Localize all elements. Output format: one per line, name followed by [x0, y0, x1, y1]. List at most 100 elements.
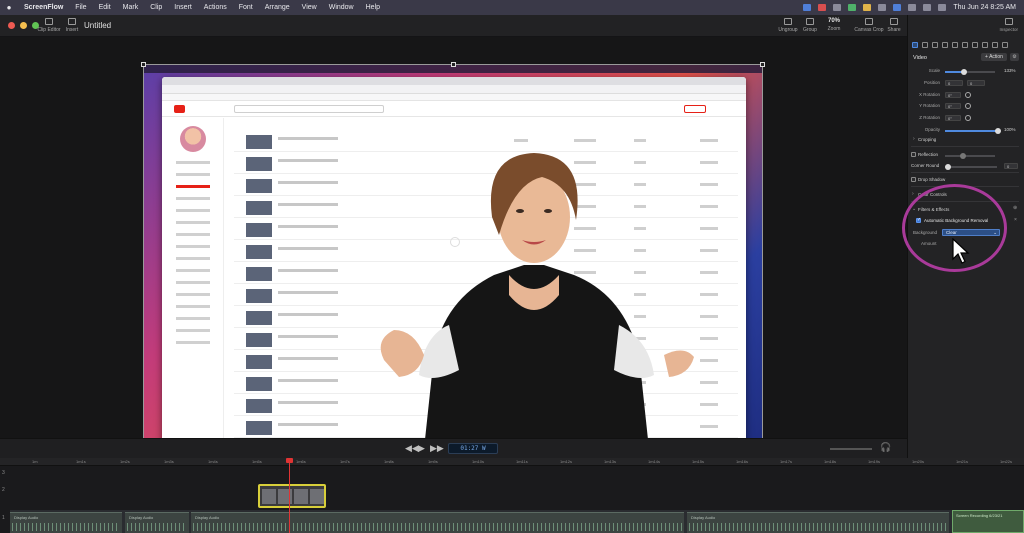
- canvas-area[interactable]: [0, 37, 907, 450]
- share-button[interactable]: Share: [879, 18, 909, 33]
- menu-edit[interactable]: Edit: [93, 4, 117, 11]
- audio-clip[interactable]: Display Audio: [191, 512, 684, 533]
- play-icon[interactable]: ▶: [418, 443, 425, 454]
- share-label: Share: [887, 27, 901, 33]
- screen-recording-tab-icon[interactable]: [932, 42, 938, 48]
- opacity-slider[interactable]: [945, 128, 1001, 134]
- menu-clock[interactable]: Thu Jun 24 8:25 AM: [953, 4, 1016, 11]
- position-y-field[interactable]: 0: [967, 80, 985, 86]
- reflection-label: Reflection: [918, 152, 939, 157]
- menu-actions[interactable]: Actions: [198, 4, 233, 11]
- zoom-control[interactable]: 70% Zoom: [819, 18, 849, 32]
- drop-shadow-checkbox[interactable]: [911, 177, 916, 182]
- z-rotation-field[interactable]: 0°: [945, 115, 961, 121]
- gear-icon[interactable]: ⚙: [1010, 53, 1019, 61]
- menu-font[interactable]: Font: [233, 4, 259, 11]
- menu-window[interactable]: Window: [323, 4, 360, 11]
- reflection-checkbox[interactable]: [911, 152, 916, 157]
- position-x-field[interactable]: 0: [945, 80, 963, 86]
- audio-properties-tab-icon[interactable]: [922, 42, 928, 48]
- x-rotation-dial[interactable]: [965, 92, 971, 98]
- video-track[interactable]: [10, 480, 1024, 506]
- opacity-slider-knob[interactable]: [995, 128, 1001, 134]
- track-number: 1: [2, 515, 5, 521]
- color-controls-disclosure[interactable]: ›: [912, 191, 914, 197]
- audio-clip[interactable]: Display Audio: [687, 512, 949, 533]
- search-icon[interactable]: [923, 4, 932, 11]
- control-center-icon[interactable]: [938, 4, 947, 11]
- text-tab-icon[interactable]: [972, 42, 978, 48]
- playhead-handle[interactable]: [286, 458, 293, 463]
- scale-slider-knob[interactable]: [961, 69, 967, 75]
- timeline-ruler[interactable]: 1m 1m1s 1m2s 1m3s 1m4s 1m5s 1m6s 1m7s 1m…: [0, 458, 1024, 466]
- menu-help[interactable]: Help: [360, 4, 386, 11]
- playhead[interactable]: [289, 458, 290, 533]
- resize-handle-top-left[interactable]: [141, 62, 146, 67]
- menu-arrange[interactable]: Arrange: [259, 4, 296, 11]
- reflection-slider[interactable]: [945, 153, 995, 159]
- scale-slider[interactable]: [945, 69, 995, 75]
- track-number: 3: [2, 470, 5, 476]
- corner-round-slider[interactable]: [945, 164, 997, 170]
- touch-callout-tab-icon[interactable]: [952, 42, 958, 48]
- close-window-button[interactable]: [8, 22, 15, 29]
- apple-menu-icon[interactable]: ●: [0, 3, 18, 12]
- anchor-handle[interactable]: [450, 237, 460, 247]
- minimize-window-button[interactable]: [20, 22, 27, 29]
- video-clip-selected[interactable]: [258, 484, 326, 508]
- menu-clip[interactable]: Clip: [144, 4, 168, 11]
- resize-handle-top-right[interactable]: [760, 62, 765, 67]
- media-library-tab-icon[interactable]: [982, 42, 988, 48]
- ruler-tick-label: 1m20s: [912, 459, 925, 464]
- annotations-tab-icon[interactable]: [962, 42, 968, 48]
- y-rotation-field[interactable]: 0°: [945, 103, 961, 109]
- volume-slider[interactable]: [830, 448, 872, 450]
- insert-button[interactable]: Insert: [57, 18, 87, 33]
- ruler-tick-label: 1m18s: [824, 459, 837, 464]
- audio-clip[interactable]: Display Audio: [10, 512, 122, 533]
- remove-filter-icon[interactable]: ×: [1014, 217, 1017, 223]
- callout-tab-icon[interactable]: [942, 42, 948, 48]
- corner-round-slider-knob[interactable]: [945, 164, 951, 170]
- screen-recording-clip[interactable]: Screen Recording 6/23/21: [952, 510, 1024, 533]
- fast-forward-icon[interactable]: ▶▶: [430, 443, 444, 454]
- ruler-tick-label: 1m9s: [428, 459, 438, 464]
- video-properties-tab-icon[interactable]: [912, 42, 918, 48]
- share-icon: [890, 18, 898, 25]
- timecode-display[interactable]: 01:27 W: [448, 443, 498, 454]
- y-rotation-dial[interactable]: [965, 103, 971, 109]
- text-style-tab-icon[interactable]: [1002, 42, 1008, 48]
- menu-app-name[interactable]: ScreenFlow: [18, 4, 69, 11]
- menu-insert[interactable]: Insert: [168, 4, 198, 11]
- ruler-tick-label: 1m22s: [1000, 459, 1013, 464]
- status-app-icon[interactable]: [803, 4, 812, 11]
- resize-handle-top[interactable]: [451, 62, 456, 67]
- audio-clip[interactable]: Display Audio: [125, 512, 189, 533]
- menu-view[interactable]: View: [296, 4, 323, 11]
- reflection-slider-knob[interactable]: [960, 153, 966, 159]
- z-rotation-dial[interactable]: [965, 115, 971, 121]
- wifi-icon[interactable]: [908, 4, 917, 11]
- presenter-video[interactable]: [364, 125, 704, 448]
- add-filter-icon[interactable]: ⊕: [1013, 205, 1017, 211]
- status-menu-area: Thu Jun 24 8:25 AM: [803, 4, 1024, 11]
- menu-file[interactable]: File: [69, 4, 92, 11]
- status-app-icon[interactable]: [833, 4, 842, 11]
- cropping-disclosure[interactable]: ›: [913, 136, 915, 142]
- x-rotation-field[interactable]: 0°: [945, 92, 961, 98]
- corner-round-field[interactable]: 0: [1004, 163, 1018, 169]
- caption-tab-icon[interactable]: [992, 42, 998, 48]
- status-app-icon[interactable]: [893, 4, 902, 11]
- headphones-icon[interactable]: 🎧: [880, 442, 891, 453]
- status-app-icon[interactable]: [848, 4, 857, 11]
- status-app-icon[interactable]: [863, 4, 872, 11]
- status-app-icon[interactable]: [818, 4, 827, 11]
- menu-mark[interactable]: Mark: [117, 4, 145, 11]
- rewind-icon[interactable]: ◀◀: [405, 443, 419, 454]
- screen-recording-preview[interactable]: [143, 64, 763, 448]
- inspector-tabs: [912, 40, 1022, 50]
- status-app-icon[interactable]: [878, 4, 887, 11]
- add-action-button[interactable]: + Action: [981, 53, 1007, 61]
- cropping-label[interactable]: Cropping: [918, 137, 936, 142]
- inspector-toggle[interactable]: Inspector: [999, 18, 1018, 32]
